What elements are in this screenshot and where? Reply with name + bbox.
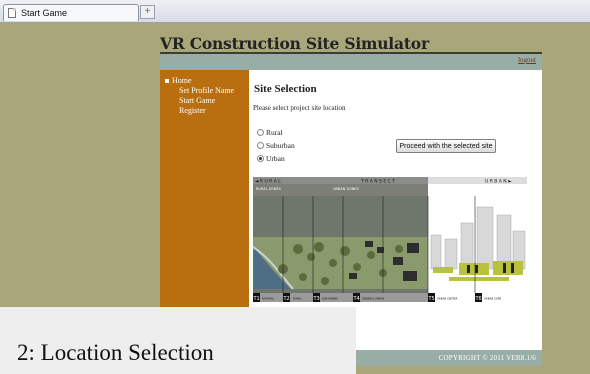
panel-code: T1 bbox=[253, 296, 260, 302]
sidebar-item-start-game[interactable]: Start Game bbox=[165, 96, 234, 106]
sidebar-item-register[interactable]: Register bbox=[165, 106, 234, 116]
transect-header-right: U R B A N ► bbox=[485, 179, 512, 185]
panel-name: SUB-URBAN bbox=[322, 297, 338, 301]
sidebar-item-home[interactable]: Home bbox=[165, 76, 234, 86]
panel-code: T5 bbox=[428, 296, 435, 302]
radio-urban[interactable] bbox=[257, 155, 264, 162]
option-urban[interactable]: Urban bbox=[257, 154, 285, 163]
transect-header-left: ◄ R U R A L bbox=[255, 179, 281, 185]
radio-rural[interactable] bbox=[257, 129, 264, 136]
option-suburban[interactable]: Suburban bbox=[257, 141, 295, 150]
figure-caption: 2: Location Selection bbox=[17, 340, 214, 365]
panel-name: URBAN CORE bbox=[484, 297, 502, 301]
sidebar-item-set-profile-name[interactable]: Set Profile Name bbox=[165, 86, 234, 96]
option-label: Urban bbox=[266, 154, 285, 163]
panel-name: GENERAL URBAN bbox=[362, 297, 384, 301]
panel-name: RURAL bbox=[293, 297, 302, 301]
logout-link[interactable]: logout bbox=[518, 56, 536, 64]
radio-suburban[interactable] bbox=[257, 142, 264, 149]
transect-illustration: ◄ R U R A L T R A N S E C T U R B A N ► … bbox=[253, 177, 527, 302]
sidebar-item-label: Home bbox=[172, 76, 192, 85]
transect-zone-mid: URBAN ZONES bbox=[333, 187, 360, 191]
panel-code: T6 bbox=[475, 296, 482, 302]
caption-box: 2: Location Selection bbox=[0, 307, 356, 374]
page-icon bbox=[8, 8, 16, 18]
page-heading: Site Selection bbox=[254, 83, 317, 95]
panel-code: T2 bbox=[283, 296, 290, 302]
panel-name: NATURAL bbox=[262, 297, 274, 301]
transect-zone-left: RURAL ZONES bbox=[256, 187, 282, 191]
home-bullet-icon bbox=[165, 79, 169, 83]
option-rural[interactable]: Rural bbox=[257, 128, 283, 137]
new-tab-button[interactable]: + bbox=[140, 5, 155, 19]
selection-prompt: Please select project site location bbox=[253, 104, 346, 112]
copyright-text: COPYRIGHT © 2011 VER8.1/6 bbox=[438, 354, 536, 362]
browser-tab-strip: Start Game + bbox=[0, 0, 590, 23]
panel-code: T3 bbox=[313, 296, 320, 302]
option-label: Rural bbox=[266, 128, 283, 137]
panel-code: T4 bbox=[353, 296, 360, 302]
panel-name: URBAN CENTER bbox=[437, 297, 458, 301]
proceed-button[interactable]: Proceed with the selected site bbox=[396, 139, 496, 153]
option-label: Suburban bbox=[266, 141, 295, 150]
site-title: VR Construction Site Simulator bbox=[160, 34, 429, 53]
browser-tab-title: Start Game bbox=[21, 8, 68, 18]
top-bar: logout bbox=[160, 54, 542, 70]
transect-header-mid: T R A N S E C T bbox=[360, 179, 395, 185]
browser-tab[interactable]: Start Game bbox=[3, 4, 139, 21]
sidebar-nav: Home Set Profile Name Start Game Registe… bbox=[165, 76, 234, 116]
